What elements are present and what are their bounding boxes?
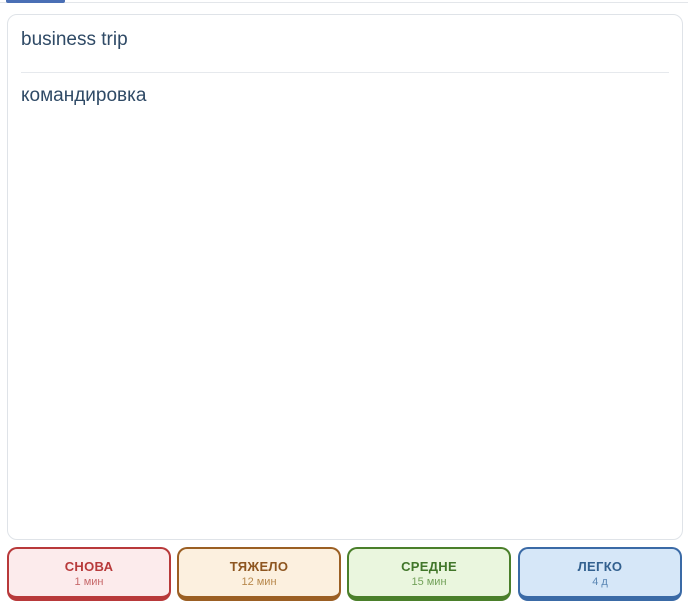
card-divider [21,72,669,73]
again-button-interval: 1 мин [74,576,104,588]
hard-button[interactable]: ТЯЖЕЛО 12 мин [177,547,341,601]
card-back-text: командировка [21,85,147,106]
easy-button-interval: 4 д [592,576,608,588]
again-button-label: СНОВА [64,559,114,574]
progress-indicator [6,0,65,3]
card-front-text: business trip [21,29,128,50]
top-divider [0,0,688,3]
good-button-interval: 15 мин [411,576,447,588]
hard-button-interval: 12 мин [241,576,277,588]
easy-button[interactable]: ЛЕГКО 4 д [518,547,682,601]
flashcard: business trip командировка [7,14,683,540]
good-button-label: СРЕДНЕ [401,559,457,574]
hard-button-label: ТЯЖЕЛО [229,559,289,574]
again-button[interactable]: СНОВА 1 мин [7,547,171,601]
easy-button-label: ЛЕГКО [577,559,623,574]
good-button[interactable]: СРЕДНЕ 15 мин [347,547,511,601]
